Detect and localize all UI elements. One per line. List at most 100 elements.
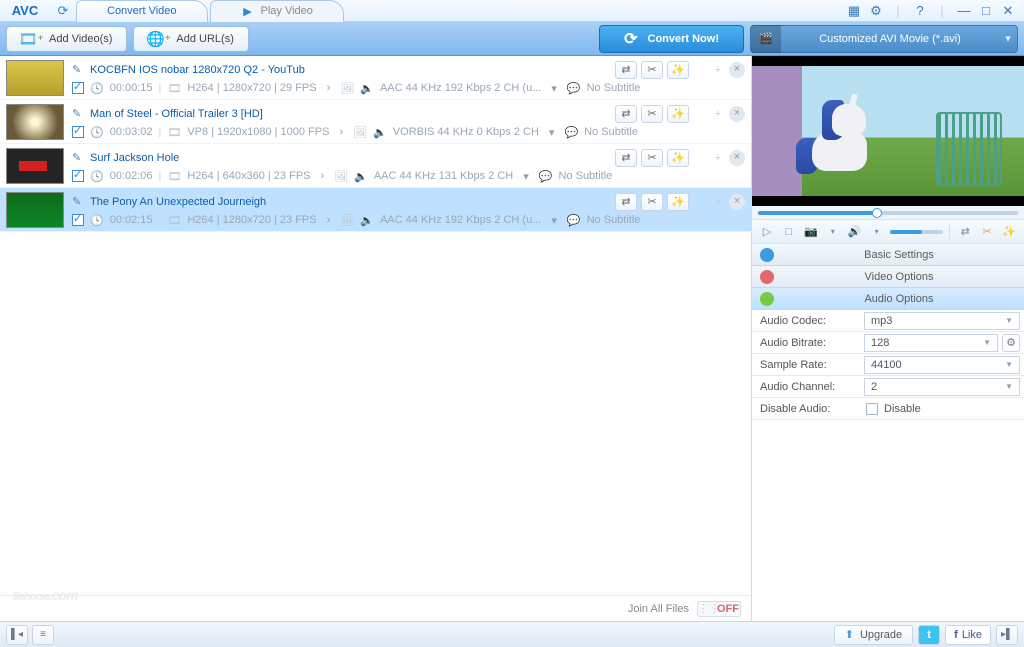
seek-knob[interactable]: [872, 208, 882, 218]
include-checkbox[interactable]: [72, 126, 84, 138]
disable-audio-checkbox[interactable]: [866, 403, 878, 415]
video-thumbnail[interactable]: [6, 192, 64, 228]
sample-rate-select[interactable]: 44100▼: [864, 356, 1020, 374]
video-title[interactable]: KOCBFN IOS nobar 1280x720 Q2 - YouTub: [90, 64, 305, 76]
audio-info-dropdown[interactable]: ▾: [547, 82, 561, 95]
audio-channel-select[interactable]: 2▼: [864, 378, 1020, 396]
swap-button[interactable]: ⇄: [615, 61, 637, 79]
video-title[interactable]: Surf Jackson Hole: [90, 152, 179, 164]
output-profile-picker[interactable]: 🎬 Customized AVI Movie (*.avi) ▾: [750, 25, 1018, 53]
collapse-right-button[interactable]: ▸▌: [996, 625, 1018, 645]
film-icon: 🎞: [167, 214, 181, 227]
effects-button[interactable]: ✨: [667, 61, 689, 79]
effects-button[interactable]: ✨: [667, 149, 689, 167]
subtitle-info: No Subtitle: [587, 214, 641, 226]
include-checkbox[interactable]: [72, 170, 84, 182]
edit-title-icon[interactable]: ✎: [72, 63, 84, 76]
remove-button[interactable]: ×: [729, 194, 745, 210]
swap-button[interactable]: ⇄: [615, 149, 637, 167]
tab-video-options[interactable]: Video Options: [752, 266, 1024, 288]
cut-button[interactable]: ✂: [641, 105, 663, 123]
remove-button[interactable]: ×: [729, 150, 745, 166]
menu-button[interactable]: ≡: [32, 625, 54, 645]
include-checkbox[interactable]: [72, 214, 84, 226]
cut-button[interactable]: ✂: [641, 149, 663, 167]
tab-audio-options[interactable]: Audio Options: [752, 288, 1024, 310]
chevron-down-icon[interactable]: ▾: [999, 32, 1017, 45]
tab-convert-video[interactable]: Convert Video: [76, 0, 208, 22]
help-icon[interactable]: ?: [910, 2, 930, 20]
add-button[interactable]: +: [711, 196, 725, 208]
snapshot-dropdown[interactable]: ▾: [824, 223, 842, 241]
add-button[interactable]: +: [711, 152, 725, 164]
audio-codec-select[interactable]: mp3▼: [864, 312, 1020, 330]
stop-button[interactable]: □: [780, 223, 798, 241]
video-title[interactable]: The Pony An Unexpected Journeigh: [90, 196, 266, 208]
volume-dropdown[interactable]: ▾: [868, 223, 886, 241]
add-videos-button[interactable]: 🎞+ Add Video(s): [6, 26, 127, 52]
video-info-dropdown[interactable]: ›: [323, 214, 335, 226]
video-info-dropdown[interactable]: ›: [323, 82, 335, 94]
audio-info-dropdown[interactable]: ▾: [547, 214, 561, 227]
tab-basic-settings[interactable]: Basic Settings: [752, 244, 1024, 266]
title-bar: AVC ⟳ Convert Video ▶ Play Video ▦ ⚙ | ?…: [0, 0, 1024, 22]
swap-icon[interactable]: ⇄: [956, 223, 974, 241]
button-label: Upgrade: [860, 629, 902, 641]
skin-icon[interactable]: ▦: [844, 2, 864, 20]
collapse-left-button[interactable]: ▌◂: [6, 625, 28, 645]
video-info-dropdown[interactable]: ›: [317, 170, 329, 182]
video-thumbnail[interactable]: [6, 148, 64, 184]
video-info-dropdown[interactable]: ›: [335, 126, 347, 138]
video-title[interactable]: Man of Steel - Official Trailer 3 [HD]: [90, 108, 263, 120]
minimize-button[interactable]: —: [954, 2, 974, 20]
edit-title-icon[interactable]: ✎: [72, 151, 84, 164]
edit-title-icon[interactable]: ✎: [72, 107, 84, 120]
close-button[interactable]: ✕: [998, 2, 1018, 20]
video-list-item[interactable]: ✎Surf Jackson Hole⇄✂✨+×🕓00:02:06|🎞H264 |…: [0, 144, 751, 188]
audio-bitrate-select[interactable]: 128▼: [864, 334, 998, 352]
audio-info-dropdown[interactable]: ▾: [519, 170, 533, 183]
seek-bar[interactable]: [752, 206, 1024, 220]
cut-button[interactable]: ✂: [641, 193, 663, 211]
twitter-button[interactable]: t: [918, 625, 940, 645]
cut-button[interactable]: ✂: [641, 61, 663, 79]
video-list-item[interactable]: ✎ KOCBFN IOS nobar 1280x720 Q2 - YouTub ⇄✂…: [0, 56, 751, 100]
swap-button[interactable]: ⇄: [615, 105, 637, 123]
join-all-toggle[interactable]: ⋮⋮ OFF: [697, 601, 741, 617]
audio-info-dropdown[interactable]: ▾: [545, 126, 559, 139]
volume-icon[interactable]: 🔊: [846, 223, 864, 241]
convert-now-button[interactable]: ⟳ Convert Now!: [599, 25, 744, 53]
include-checkbox[interactable]: [72, 82, 84, 94]
remove-button[interactable]: ×: [729, 106, 745, 122]
cut-icon[interactable]: ✂: [978, 223, 996, 241]
edit-title-icon[interactable]: ✎: [72, 195, 84, 208]
video-preview[interactable]: [752, 56, 1024, 206]
audio-info: AAC 44 KHz 192 Kbps 2 CH (u...: [380, 82, 541, 94]
add-button[interactable]: +: [711, 64, 725, 76]
video-list-item[interactable]: ✎The Pony An Unexpected Journeigh⇄✂✨+×🕓0…: [0, 188, 751, 232]
tab-label: Audio Options: [782, 293, 1016, 305]
magic-wand-icon[interactable]: ✨: [1000, 223, 1018, 241]
subtitle-icon: 💬: [564, 126, 578, 139]
effects-button[interactable]: ✨: [667, 193, 689, 211]
maximize-button[interactable]: □: [976, 2, 996, 20]
bitrate-settings-button[interactable]: ⚙: [1002, 334, 1020, 352]
play-button[interactable]: ▷: [758, 223, 776, 241]
volume-slider[interactable]: [890, 230, 944, 234]
remove-button[interactable]: ×: [729, 62, 745, 78]
settings-icon[interactable]: ⚙: [866, 2, 886, 20]
option-label: Disable Audio:: [752, 403, 860, 415]
add-button[interactable]: +: [711, 108, 725, 120]
effects-button[interactable]: ✨: [667, 105, 689, 123]
add-urls-button[interactable]: 🌐+ Add URL(s): [133, 26, 248, 52]
video-thumbnail[interactable]: [6, 60, 64, 96]
video-thumbnail[interactable]: [6, 104, 64, 140]
refresh-icon[interactable]: ⟳: [54, 2, 72, 20]
snapshot-button[interactable]: 📷: [802, 223, 820, 241]
upgrade-button[interactable]: ⬆ Upgrade: [834, 625, 913, 645]
swap-button[interactable]: ⇄: [615, 193, 637, 211]
video-list-item[interactable]: ✎ Man of Steel - Official Trailer 3 [HD] ⇄…: [0, 100, 751, 144]
clock-icon: 🕓: [90, 170, 104, 183]
tab-play-video[interactable]: ▶ Play Video: [210, 0, 344, 22]
facebook-like-button[interactable]: f Like: [945, 625, 991, 645]
